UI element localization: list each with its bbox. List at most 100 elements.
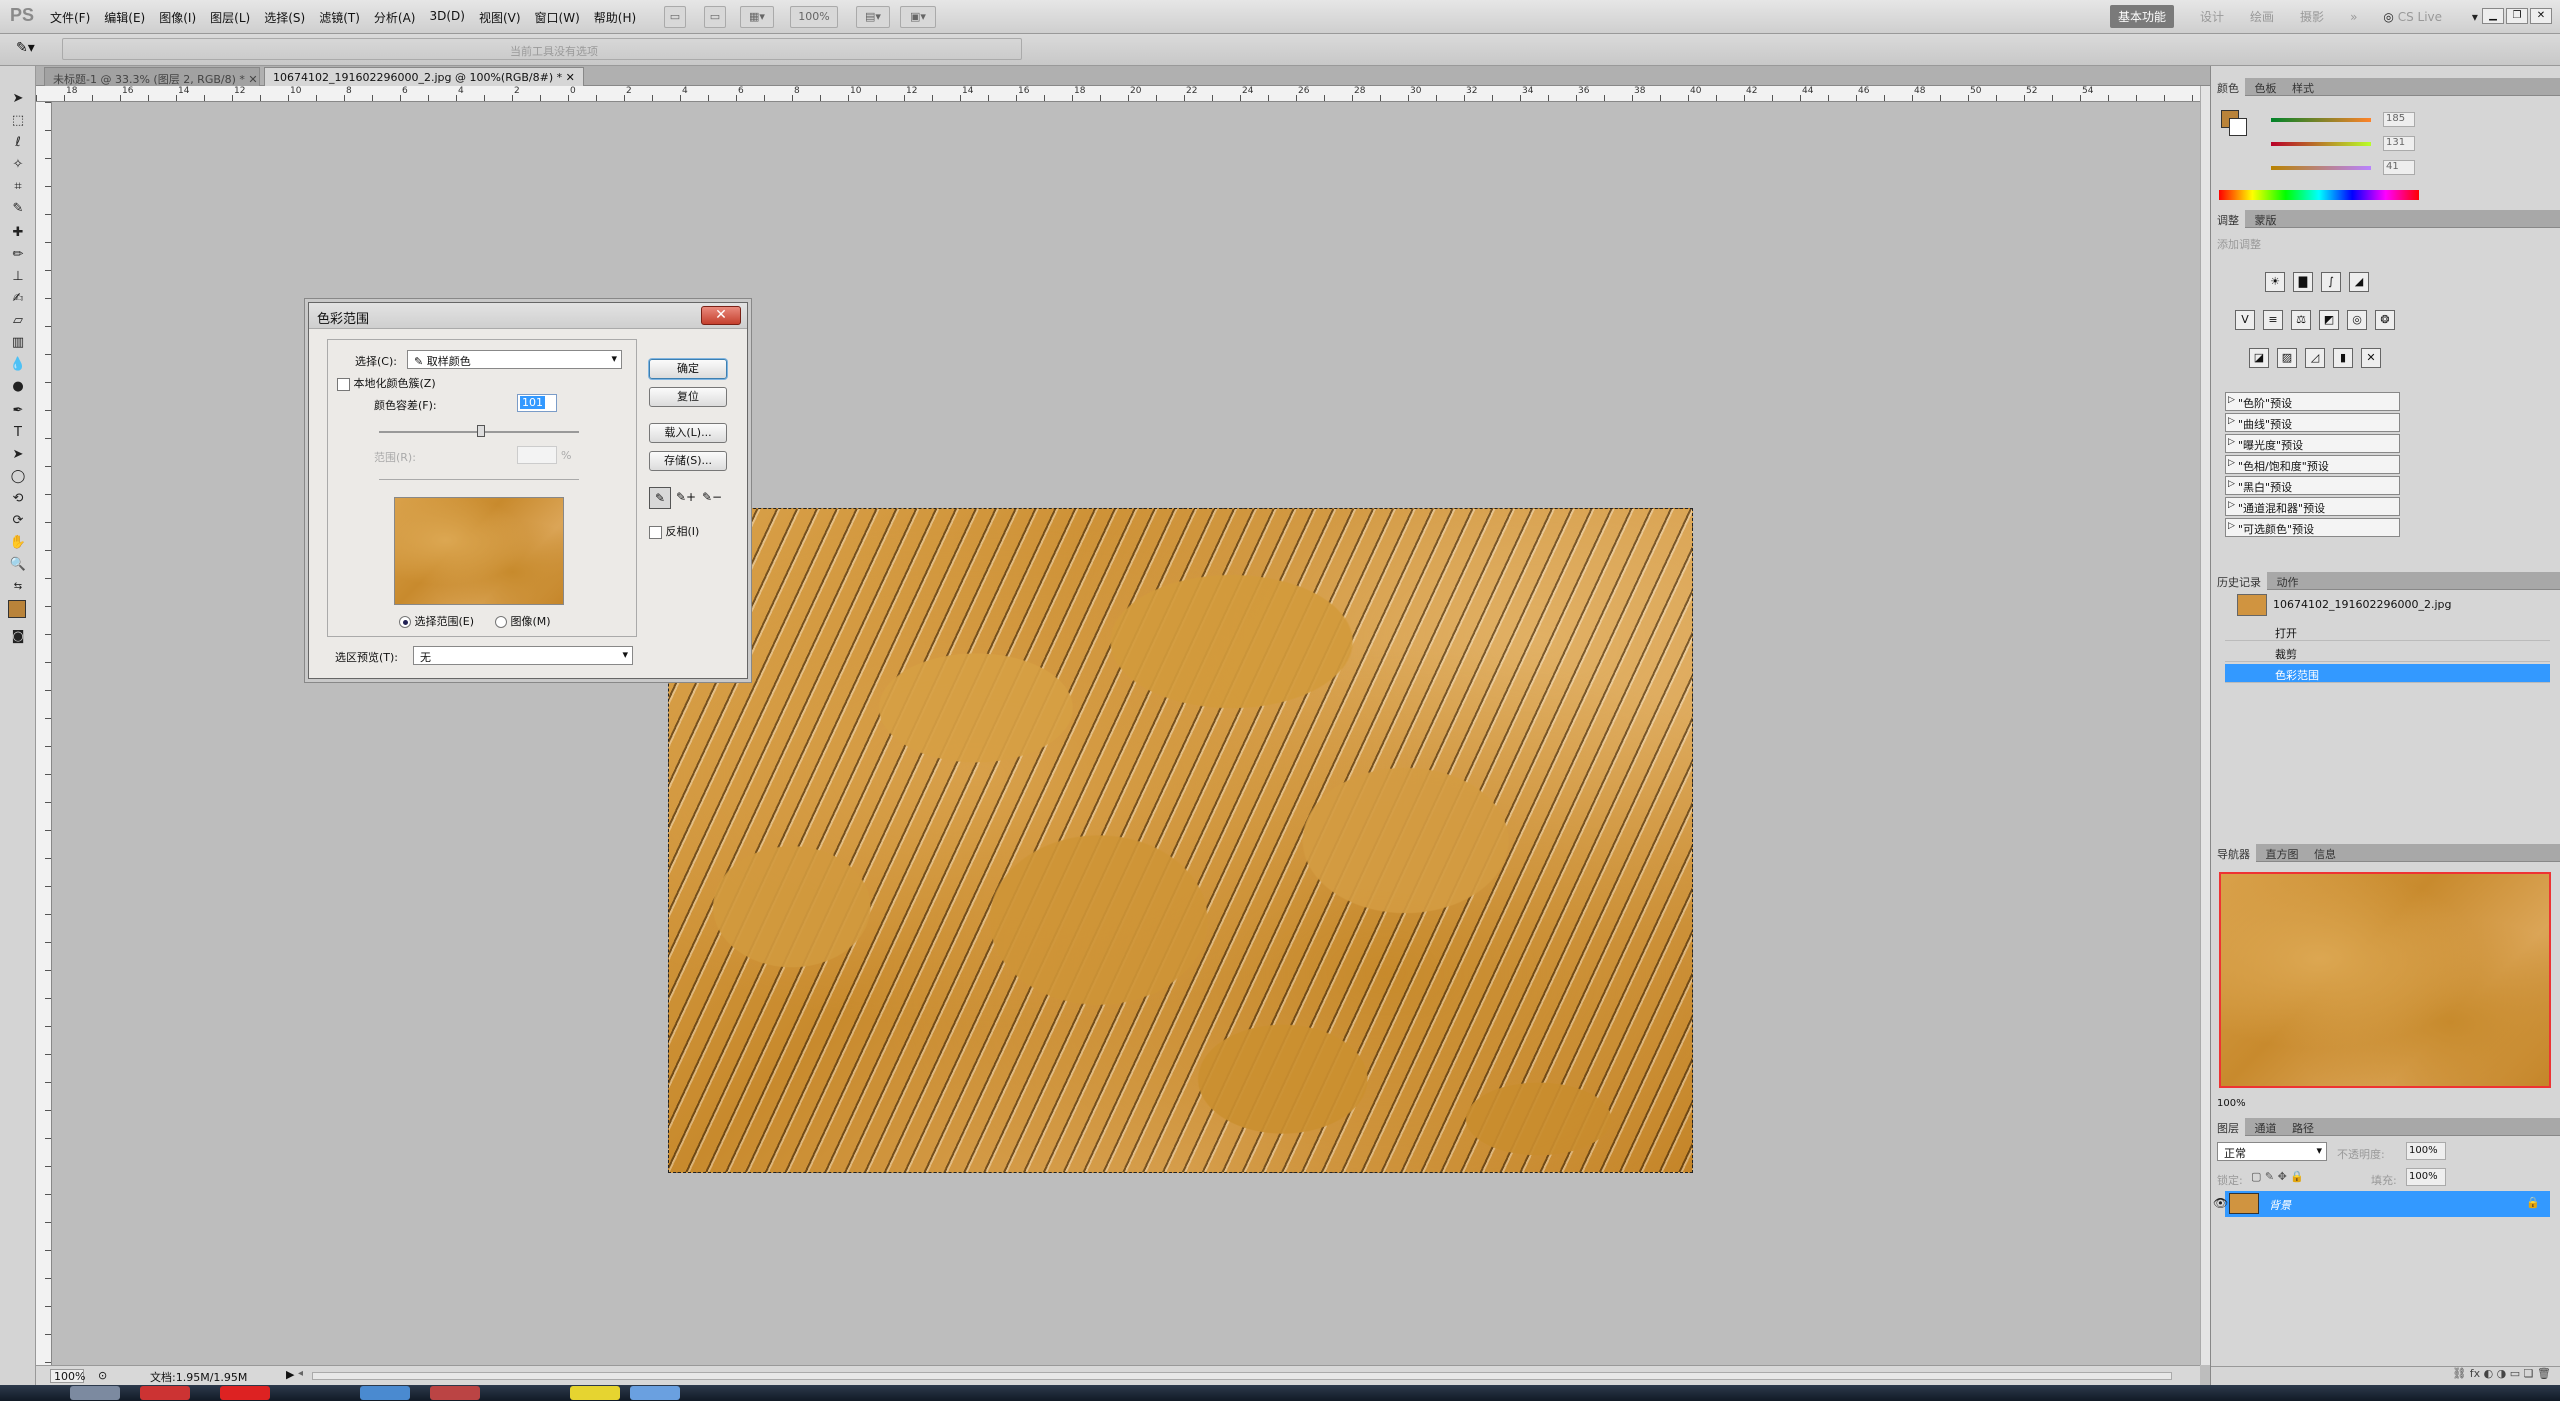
foreground-color-swatch[interactable] [8, 600, 26, 618]
quick-mask-icon[interactable]: ◙ [8, 628, 28, 646]
hand-tool-icon[interactable]: ✋ [8, 534, 28, 552]
history-item-color-range[interactable]: 色彩范围 [2225, 664, 2550, 683]
vertical-scrollbar[interactable] [2200, 86, 2210, 1365]
minimize-icon[interactable]: ▁ [2482, 8, 2504, 24]
select-dropdown[interactable]: ✎ 取样颜色 [407, 350, 622, 369]
view-extras-icon[interactable]: ▦▾ [740, 6, 774, 28]
layer-name[interactable]: 背景 [2269, 1197, 2291, 1213]
layer-visibility-eye-icon[interactable]: 👁 [2213, 1196, 2228, 1210]
localized-clusters-row[interactable]: 本地化颜色簇(Z) [337, 375, 436, 391]
pen-tool-icon[interactable]: ✒ [8, 402, 28, 420]
eyedropper-tool-icon[interactable]: ✎ [8, 200, 28, 218]
menu-filter[interactable]: 滤镜(T) [319, 9, 360, 26]
channel-mixer-icon[interactable]: ❂ [2375, 310, 2395, 330]
curves-icon[interactable]: ∫ [2321, 272, 2341, 292]
healing-brush-tool-icon[interactable]: ✚ [8, 224, 28, 242]
tab-untitled-1[interactable]: 未标题-1 @ 33.3% (图层 2, RGB/8) * ✕ [44, 67, 260, 86]
selective-color-icon[interactable]: ✕ [2361, 348, 2381, 368]
3d-orbit-tool-icon[interactable]: ⟳ [8, 512, 28, 530]
mini-bridge-icon[interactable]: ▭ [704, 6, 726, 28]
tab-histogram[interactable]: 直方图 [2260, 844, 2305, 864]
workspace-photography[interactable]: 摄影 [2300, 8, 2324, 25]
taskbar-app-4[interactable] [360, 1386, 410, 1400]
levels-icon[interactable]: ▇ [2293, 272, 2313, 292]
menu-select[interactable]: 选择(S) [264, 9, 305, 26]
taskbar-app-6[interactable] [570, 1386, 620, 1400]
tab-history[interactable]: 历史记录 [2211, 572, 2267, 592]
document-image-with-selection[interactable] [668, 508, 1693, 1173]
tab-actions[interactable]: 动作 [2271, 572, 2305, 592]
blue-value[interactable]: 41 [2383, 160, 2415, 175]
radio-selection[interactable] [399, 616, 411, 628]
fill-input[interactable]: 100% [2406, 1168, 2446, 1186]
lasso-tool-icon[interactable]: ℓ [8, 134, 28, 152]
status-arrow-icon[interactable]: ▶ [286, 1368, 294, 1381]
menu-3d[interactable]: 3D(D) [429, 9, 464, 26]
menu-view[interactable]: 视图(V) [479, 9, 521, 26]
zoom-tool-icon[interactable]: 🔍 [8, 556, 28, 574]
menu-edit[interactable]: 编辑(E) [104, 9, 145, 26]
vibrance-icon[interactable]: V [2235, 310, 2255, 330]
color-balance-icon[interactable]: ⚖ [2291, 310, 2311, 330]
opacity-input[interactable]: 100% [2406, 1142, 2446, 1160]
eyedropper-sample-icon[interactable]: ✎ [649, 487, 671, 509]
tab-navigator[interactable]: 导航器 [2211, 844, 2256, 864]
tab-close-icon[interactable]: ✕ [248, 73, 257, 86]
preset-levels[interactable]: "色阶"预设 [2225, 392, 2400, 411]
history-brush-tool-icon[interactable]: ✍ [8, 290, 28, 308]
localized-clusters-checkbox[interactable] [337, 377, 350, 391]
hue-saturation-icon[interactable]: ≡ [2263, 310, 2283, 330]
radio-image-row[interactable]: 图像(M) [495, 613, 551, 629]
workspace-essentials[interactable]: 基本功能 [2110, 5, 2175, 28]
photo-filter-icon[interactable]: ◎ [2347, 310, 2367, 330]
selection-preview-select[interactable]: 无 [413, 646, 633, 665]
taskbar-photoshop[interactable] [630, 1386, 680, 1400]
red-value[interactable]: 185 [2383, 112, 2415, 127]
3d-rotate-tool-icon[interactable]: ⟲ [8, 490, 28, 508]
layers-footer-icons[interactable]: ⛓ fx ◐ ◑ ▭ ❏ 🗑 [2211, 1366, 2560, 1384]
shape-tool-icon[interactable]: ◯ [8, 468, 28, 486]
swap-colors-icon[interactable]: ⇆ [8, 578, 28, 596]
status-zoom[interactable]: 100% [50, 1369, 85, 1383]
restore-icon[interactable]: ❐ [2506, 8, 2528, 24]
eyedropper-tool-preset-icon[interactable]: ✎▾ [16, 40, 35, 56]
preset-curves[interactable]: "曲线"预设 [2225, 413, 2400, 432]
green-value[interactable]: 131 [2383, 136, 2415, 151]
invert-row[interactable]: 反相(I) [649, 523, 699, 539]
gradient-map-icon[interactable]: ▮ [2333, 348, 2353, 368]
preset-exposure[interactable]: "曝光度"预设 [2225, 434, 2400, 453]
path-selection-tool-icon[interactable]: ➤ [8, 446, 28, 464]
preset-black-white[interactable]: "黑白"预设 [2225, 476, 2400, 495]
launch-bridge-icon[interactable]: ▭ [664, 6, 686, 28]
tab-channels[interactable]: 通道 [2249, 1118, 2283, 1138]
reset-button[interactable]: 复位 [649, 387, 727, 407]
blend-mode-select[interactable]: 正常 [2217, 1142, 2327, 1161]
color-bg-swatch[interactable] [2229, 118, 2247, 136]
zoom-level-select[interactable]: 100% [790, 6, 838, 28]
tab-jpg-document[interactable]: 10674102_191602296000_2.jpg @ 100%(RGB/8… [264, 67, 584, 86]
navigator-preview[interactable] [2219, 872, 2551, 1088]
clone-stamp-tool-icon[interactable]: ⊥ [8, 268, 28, 286]
fuzziness-input[interactable]: 101 [517, 394, 557, 412]
menu-help[interactable]: 帮助(H) [594, 9, 636, 26]
invert-checkbox[interactable] [649, 525, 662, 539]
workspace-painting[interactable]: 绘画 [2250, 8, 2274, 25]
workspace-design[interactable]: 设计 [2200, 8, 2224, 25]
taskbar-app-5[interactable] [430, 1386, 480, 1400]
lock-icons[interactable]: ▢ ✎ ✥ 🔒 [2251, 1170, 2304, 1183]
eyedropper-add-icon[interactable]: ✎+ [675, 487, 697, 509]
status-menu-icon[interactable]: ⊙ [98, 1369, 107, 1382]
green-slider[interactable]: 131 [2271, 136, 2415, 152]
invert-icon[interactable]: ◪ [2249, 348, 2269, 368]
layer-row-background[interactable]: 👁 背景 🔒 [2213, 1191, 2550, 1217]
preset-channel-mixer[interactable]: "通道混和器"预设 [2225, 497, 2400, 516]
ok-button[interactable]: 确定 [649, 359, 727, 379]
radio-image[interactable] [495, 616, 507, 628]
gradient-tool-icon[interactable]: ▥ [8, 334, 28, 352]
navigator-zoom[interactable]: 100% [2217, 1098, 2246, 1109]
tab-adjustments[interactable]: 调整 [2211, 210, 2245, 230]
taskbar-app-3[interactable] [220, 1386, 270, 1400]
screen-mode-icon[interactable]: ▣▾ [900, 6, 936, 28]
color-spectrum-bar[interactable] [2219, 190, 2419, 200]
taskbar-app-2[interactable] [140, 1386, 190, 1400]
